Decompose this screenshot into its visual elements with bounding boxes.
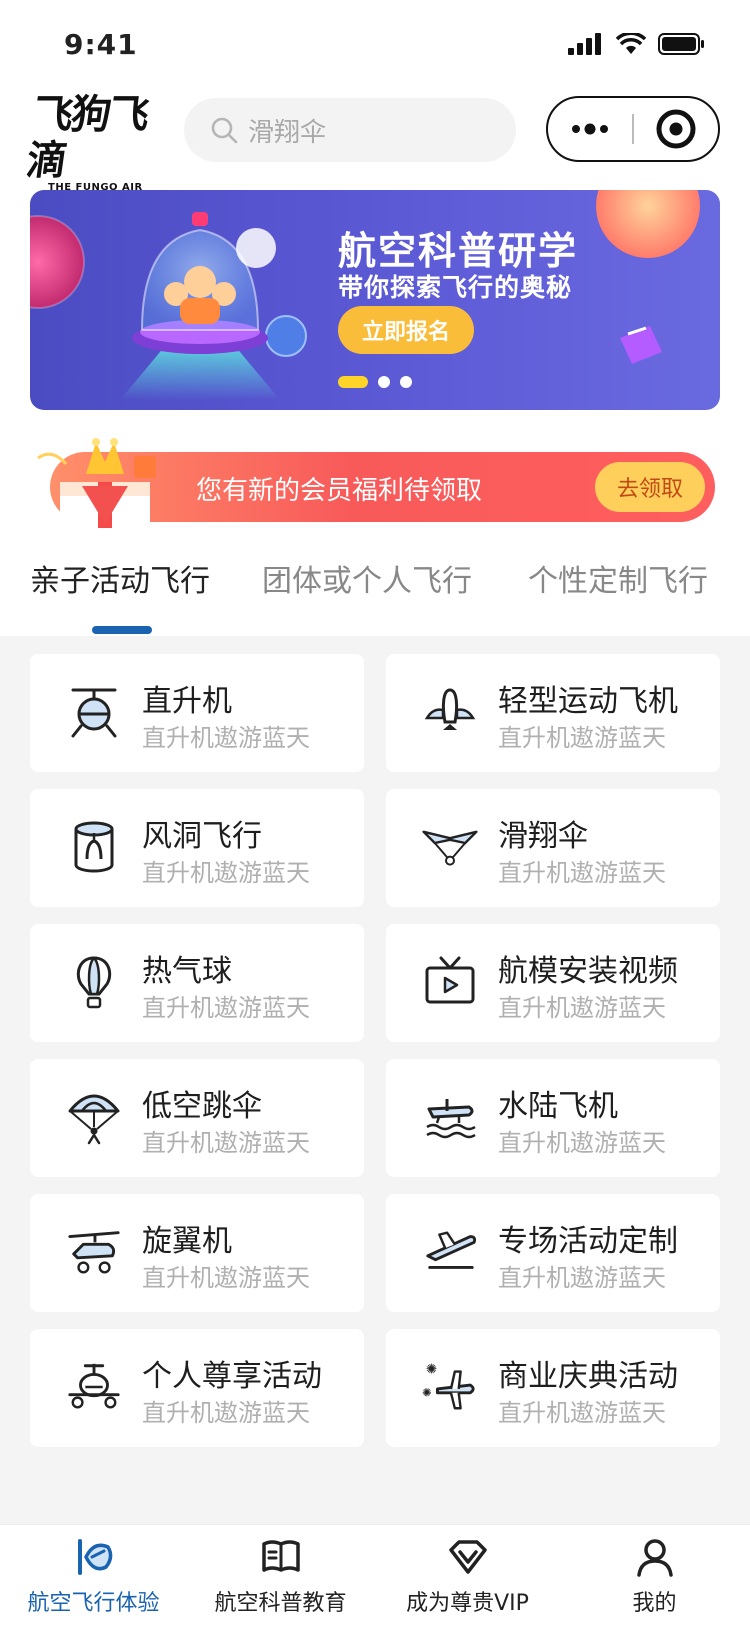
tab-group-flight[interactable]: 团体或个人飞行 [262,556,472,600]
search-icon [211,117,238,144]
card-title: 个人尊享活动 [142,1359,322,1394]
gift-crown-icon [37,438,156,528]
search-input[interactable]: 滑翔伞 [184,98,516,162]
logo[interactable]: 飞狗飞滴 THE FUNGO AIR TAXI [24,92,154,204]
activity-card[interactable]: 轻型运动飞机 直升机遨游蓝天 [386,654,720,772]
tab-family-flight[interactable]: 亲子活动飞行 [30,556,210,600]
nav-label: 成为尊贵VIP [406,1591,529,1616]
card-subtitle: 直升机遨游蓝天 [142,994,310,1022]
activity-card[interactable]: 低空跳伞 直升机遨游蓝天 [30,1059,364,1177]
card-subtitle: 直升机遨游蓝天 [498,724,666,752]
card-title: 水陆飞机 [498,1089,618,1124]
celebration-plane-icon: ✺ ✺ [422,1357,478,1417]
banner-dot[interactable] [378,376,390,388]
banner-signup-button[interactable]: 立即报名 [338,306,474,354]
card-subtitle: 直升机遨游蓝天 [142,724,310,752]
card-subtitle: 直升机遨游蓝天 [498,1264,666,1292]
signal-icon [568,33,601,55]
status-bar: 9:41 [0,0,750,88]
wind-tunnel-icon [66,817,122,877]
hot-air-balloon-icon [66,952,122,1012]
card-subtitle: 直升机遨游蓝天 [142,1264,310,1292]
battery-icon [658,33,704,55]
banner-dot[interactable] [338,376,368,388]
card-subtitle: 直升机遨游蓝天 [498,1399,666,1427]
activity-card[interactable]: 个人尊享活动 直升机遨游蓝天 [30,1329,364,1447]
nav-label: 我的 [632,1591,677,1616]
banner-title: 航空科普研学 [338,229,579,273]
active-tab-indicator [92,626,152,634]
card-subtitle: 直升机遨游蓝天 [142,1399,310,1427]
card-title: 轻型运动飞机 [498,684,678,719]
card-title: 直升机 [142,684,232,719]
status-time: 9:41 [64,27,138,61]
card-title: 滑翔伞 [498,819,588,854]
nav-vip[interactable]: 成为尊贵VIP [374,1525,561,1625]
banner-dot[interactable] [400,376,412,388]
mini-program-capsule [546,96,720,162]
parachute-icon [66,1087,122,1147]
plane-takeoff-icon [422,1222,478,1282]
more-dots-icon [572,123,608,135]
paraglider-icon [422,817,478,877]
logo-text: 飞狗飞滴 [23,92,151,184]
activity-card[interactable]: ✺ ✺ 商业庆典活动 直升机遨游蓝天 [386,1329,720,1447]
claim-button[interactable]: 去领取 [595,462,705,512]
activity-card[interactable]: 航模安装视频 直升机遨游蓝天 [386,924,720,1042]
nav-science-education[interactable]: 航空科普教育 [187,1525,374,1625]
card-subtitle: 直升机遨游蓝天 [142,859,310,887]
card-title: 航模安装视频 [498,954,678,989]
flight-experience-icon [72,1535,116,1579]
activity-card[interactable]: 直升机 直升机遨游蓝天 [30,654,364,772]
card-title: 商业庆典活动 [498,1359,678,1394]
vip-icon [447,1535,489,1579]
nav-mine[interactable]: 我的 [561,1525,748,1625]
card-title: 低空跳伞 [142,1089,262,1124]
header: 飞狗飞滴 THE FUNGO AIR TAXI 滑翔伞 [0,92,750,204]
nav-label: 航空飞行体验 [27,1591,160,1616]
activity-card[interactable]: 水陆飞机 直升机遨游蓝天 [386,1059,720,1177]
light-aircraft-icon [422,682,478,742]
card-subtitle: 直升机遨游蓝天 [498,859,666,887]
tab-custom-flight[interactable]: 个性定制飞行 [528,556,708,600]
more-button[interactable] [548,98,632,160]
activity-card[interactable]: 滑翔伞 直升机遨游蓝天 [386,789,720,907]
card-title: 旋翼机 [142,1224,232,1259]
user-icon [635,1535,675,1579]
bottom-navigation: 航空飞行体验 航空科普教育 成为尊贵VIP 我的 [0,1524,750,1624]
nav-label: 航空科普教育 [214,1591,347,1616]
card-subtitle: 直升机遨游蓝天 [498,1129,666,1157]
card-title: 热气球 [142,954,232,989]
category-tabs: 亲子活动飞行 团体或个人飞行 个性定制飞行 [0,556,750,636]
activity-card[interactable]: 旋翼机 直升机遨游蓝天 [30,1194,364,1312]
card-subtitle: 直升机遨游蓝天 [498,994,666,1022]
status-icons [568,32,706,56]
svg-text:✺: ✺ [426,1361,437,1377]
svg-text:✺: ✺ [422,1386,432,1400]
activity-card[interactable]: 风洞飞行 直升机遨游蓝天 [30,789,364,907]
helicopter-icon [66,682,122,742]
card-title: 风洞飞行 [142,819,262,854]
promo-banner[interactable]: 航空科普研学 带你探索飞行的奥秘 立即报名 [30,190,720,410]
seaplane-icon [422,1087,478,1147]
drone-icon [66,1357,122,1417]
target-close-icon [656,109,696,149]
card-subtitle: 直升机遨游蓝天 [142,1129,310,1157]
tv-video-icon [422,952,478,1012]
search-placeholder: 滑翔伞 [248,117,327,148]
member-benefit-text: 您有新的会员福利待领取 [196,476,483,506]
close-button[interactable] [634,98,718,160]
card-title: 专场活动定制 [498,1224,678,1259]
banner-pagination [338,376,412,388]
wifi-icon [616,33,646,54]
activity-card[interactable]: 专场活动定制 直升机遨游蓝天 [386,1194,720,1312]
book-icon [260,1535,302,1579]
activity-card[interactable]: 热气球 直升机遨游蓝天 [30,924,364,1042]
gyroplane-icon [66,1222,122,1282]
banner-subtitle: 带你探索飞行的奥秘 [338,273,573,302]
activity-grid: 直升机 直升机遨游蓝天 轻型运动飞机 直升机遨游蓝天 风洞飞行 直升机遨游蓝天 [0,636,750,1524]
nav-flight-experience[interactable]: 航空飞行体验 [0,1525,187,1625]
